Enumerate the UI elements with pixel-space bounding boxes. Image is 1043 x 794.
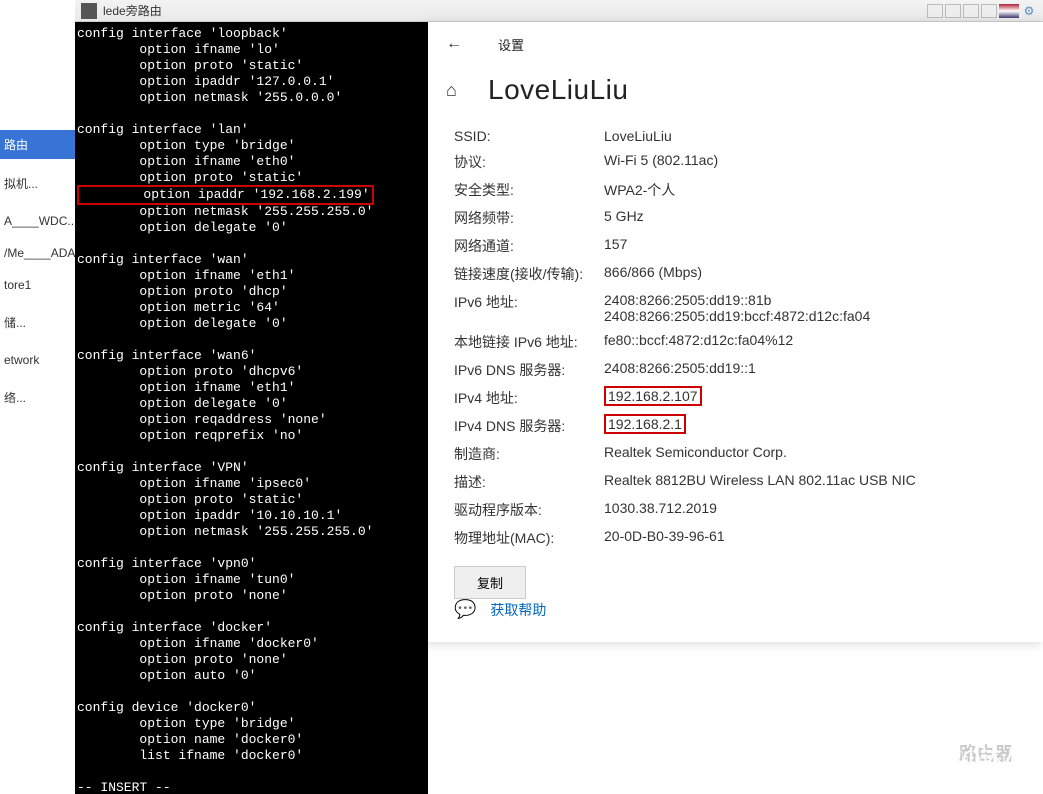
info-row: 网络通道:157	[454, 232, 1017, 260]
info-row: SSID:LoveLiuLiu	[454, 124, 1017, 148]
info-label: 本地链接 IPv6 地址:	[454, 332, 604, 352]
info-row: 链接速度(接收/传输):866/866 (Mbps)	[454, 260, 1017, 288]
info-value: 866/866 (Mbps)	[604, 264, 1017, 284]
info-label: 驱动程序版本:	[454, 500, 604, 520]
info-label: 制造商:	[454, 444, 604, 464]
info-row: 网络频带:5 GHz	[454, 204, 1017, 232]
info-row: 制造商:Realtek Semiconductor Corp.	[454, 440, 1017, 468]
highlighted-value: 192.168.2.107	[604, 386, 702, 406]
info-row: 描述:Realtek 8812BU Wireless LAN 802.11ac …	[454, 468, 1017, 496]
sidebar-item-wdc[interactable]: A____WDC...	[0, 208, 75, 234]
sidebar-item-network[interactable]: etwork	[0, 347, 75, 373]
info-label: IPv4 地址:	[454, 388, 604, 408]
info-row: IPv4 地址:192.168.2.107	[454, 384, 1017, 412]
info-label: SSID:	[454, 128, 604, 144]
info-row: 驱动程序版本:1030.38.712.2019	[454, 496, 1017, 524]
window-min-icon[interactable]	[927, 4, 943, 18]
info-value: 192.168.2.1	[604, 416, 1017, 436]
sidebar-item-router[interactable]: 路由	[0, 130, 75, 159]
gear-icon[interactable]: ⚙	[1021, 3, 1037, 19]
info-value: 5 GHz	[604, 208, 1017, 228]
info-value: 2408:8266:2505:dd19::81b 2408:8266:2505:…	[604, 292, 1017, 324]
window-titlebar: lede旁路由 ⚙	[75, 0, 1043, 22]
panel-title: LoveLiuLiu	[488, 74, 628, 106]
info-label: IPv6 DNS 服务器:	[454, 360, 604, 380]
info-row: IPv4 DNS 服务器:192.168.2.1	[454, 412, 1017, 440]
info-label: 安全类型:	[454, 180, 604, 200]
info-value: WPA2-个人	[604, 180, 1017, 200]
info-value: 192.168.2.107	[604, 388, 1017, 408]
info-label: 描述:	[454, 472, 604, 492]
info-label: 网络通道:	[454, 236, 604, 256]
info-label: 协议:	[454, 152, 604, 172]
app-icon	[81, 3, 97, 19]
terminal-config-editor[interactable]: config interface 'loopback' option ifnam…	[75, 22, 428, 794]
wifi-settings-panel: ← 设置 ⌂ LoveLiuLiu SSID:LoveLiuLiu协议:Wi-F…	[428, 22, 1043, 642]
info-label: 链接速度(接收/传输):	[454, 264, 604, 284]
info-row: 本地链接 IPv6 地址:fe80::bccf:4872:d12c:fa04%1…	[454, 328, 1017, 356]
info-label: 物理地址(MAC):	[454, 528, 604, 548]
info-label: IPv4 DNS 服务器:	[454, 416, 604, 436]
sidebar-item-vm[interactable]: 拟机...	[0, 169, 75, 198]
terminal-highlight-ipaddr: option ipaddr '192.168.2.199'	[77, 185, 374, 205]
info-value: Realtek 8812BU Wireless LAN 802.11ac USB…	[604, 472, 1017, 492]
watermark-toutiao: 头 头条 @捕梦小达人 luyouqi.com	[811, 738, 1021, 772]
window-close-icon[interactable]	[981, 4, 997, 18]
terminal-text-post: option netmask '255.255.255.0' option de…	[77, 204, 373, 794]
sidebar-item-ada[interactable]: /Me____ADA	[0, 240, 75, 266]
info-value: 1030.38.712.2019	[604, 500, 1017, 520]
copy-button[interactable]: 复制	[454, 566, 526, 599]
info-value: 157	[604, 236, 1017, 256]
info-value: Wi-Fi 5 (802.11ac)	[604, 152, 1017, 172]
highlighted-value: 192.168.2.1	[604, 414, 686, 434]
info-row: 安全类型:WPA2-个人	[454, 176, 1017, 204]
info-value: LoveLiuLiu	[604, 128, 1017, 144]
vm-sidebar: 路由 拟机... A____WDC... /Me____ADA tore1 储.…	[0, 0, 75, 794]
sidebar-item-net[interactable]: 络...	[0, 383, 75, 412]
window-max-icon[interactable]	[963, 4, 979, 18]
info-row: IPv6 地址:2408:8266:2505:dd19::81b 2408:82…	[454, 288, 1017, 328]
info-label: IPv6 地址:	[454, 292, 604, 324]
back-button[interactable]: ←	[446, 35, 466, 53]
sidebar-item-store[interactable]: tore1	[0, 272, 75, 298]
wifi-info-list: SSID:LoveLiuLiu协议:Wi-Fi 5 (802.11ac)安全类型…	[428, 124, 1043, 552]
home-icon[interactable]: ⌂	[446, 80, 474, 101]
terminal-text-pre: config interface 'loopback' option ifnam…	[77, 26, 342, 185]
flag-icon[interactable]	[999, 4, 1019, 18]
info-value: Realtek Semiconductor Corp.	[604, 444, 1017, 464]
help-link[interactable]: 获取帮助	[490, 600, 546, 620]
help-icon: 💬	[454, 599, 476, 620]
panel-header-title: 设置	[498, 35, 524, 54]
info-row: 协议:Wi-Fi 5 (802.11ac)	[454, 148, 1017, 176]
info-value: fe80::bccf:4872:d12c:fa04%12	[604, 332, 1017, 352]
toutiao-logo-icon: 头	[811, 738, 845, 772]
info-row: IPv6 DNS 服务器:2408:8266:2505:dd19::1	[454, 356, 1017, 384]
info-label: 网络频带:	[454, 208, 604, 228]
sidebar-item-storage[interactable]: 储...	[0, 308, 75, 337]
info-value: 2408:8266:2505:dd19::1	[604, 360, 1017, 380]
info-row: 物理地址(MAC):20-0D-B0-39-96-61	[454, 524, 1017, 552]
window-title: lede旁路由	[103, 2, 162, 19]
info-value: 20-0D-B0-39-96-61	[604, 528, 1017, 548]
window-rest-icon[interactable]	[945, 4, 961, 18]
